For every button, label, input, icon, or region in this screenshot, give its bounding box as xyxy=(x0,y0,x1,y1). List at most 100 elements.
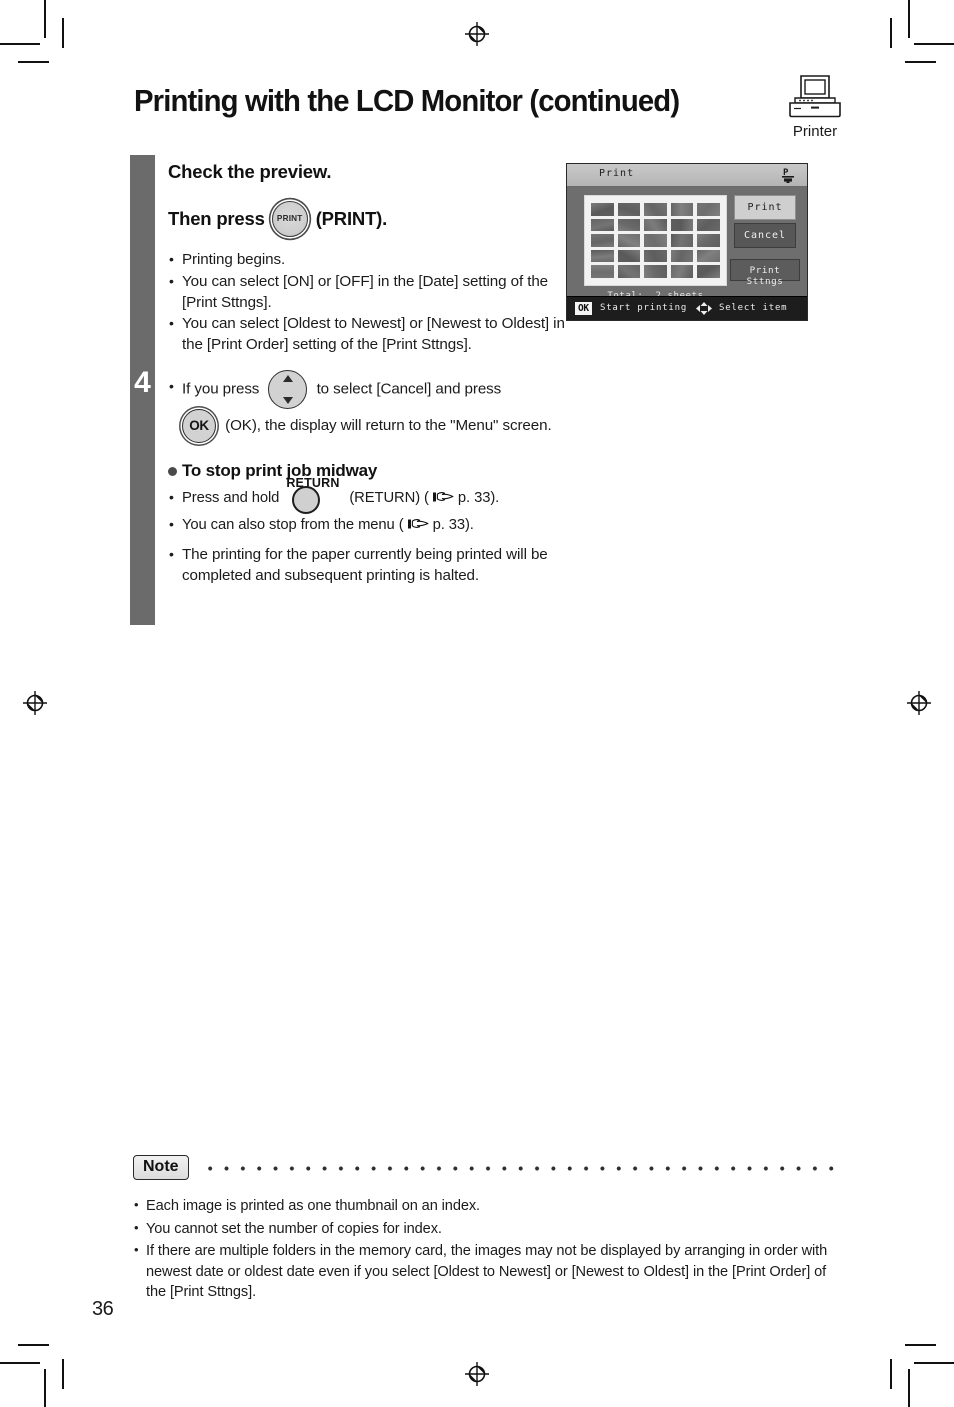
thumbnail-cell xyxy=(591,203,614,216)
thumbnail-cell xyxy=(697,249,720,263)
thumbnail-cell xyxy=(617,203,641,216)
note-header: Note xyxy=(133,1155,839,1182)
pointing-hand-icon xyxy=(432,485,454,502)
lcd-title-bar: Print P xyxy=(567,164,807,187)
thumbnail-cell xyxy=(697,265,720,278)
thumbnail-cell xyxy=(644,218,667,232)
list-item: The printing for the paper currently bei… xyxy=(168,544,568,587)
crop-mark-bottom-left-vertical xyxy=(44,1369,46,1407)
bullet-dot-icon xyxy=(168,466,177,476)
dpad-button-icon[interactable] xyxy=(268,369,308,409)
crop-mark-bottom-right-vertical xyxy=(908,1369,910,1407)
list-item: If there are multiple folders in the mem… xyxy=(133,1240,839,1303)
crop-mark-bottom-right-inner-horizontal xyxy=(905,1344,936,1346)
thumbnail-cell xyxy=(670,218,694,232)
list-item: Each image is printed as one thumbnail o… xyxy=(133,1195,839,1217)
thumbnail-cell xyxy=(670,234,694,247)
stop-section-heading-label: To stop print job midway xyxy=(182,461,378,480)
menu-stop-text: You can also stop from the menu ( xyxy=(182,517,404,534)
list-item: You can select [ON] or [OFF] in the [Dat… xyxy=(168,271,568,314)
cancel-instruction-list: If you press to select [Cancel] and pres… xyxy=(168,369,568,443)
printer-icon xyxy=(789,75,841,118)
lcd-screen-mockup: Print P Total: 2 sheets Print Cancel Pri… xyxy=(566,163,808,321)
cancel-text-part-3: (OK), the display will return to the "Me… xyxy=(225,417,552,434)
crop-mark-top-right-horizontal xyxy=(914,43,954,45)
thumbnail-cell xyxy=(644,234,667,247)
print-button-icon-label: PRINT xyxy=(276,214,303,223)
return-button-circle-icon xyxy=(292,486,321,515)
note-dotted-rule xyxy=(202,1166,839,1171)
printer-badge: Printer xyxy=(774,74,856,140)
thumbnail-cell xyxy=(670,203,694,216)
step-tail-list: The printing for the paper currently bei… xyxy=(168,544,568,587)
crop-mark-bottom-right-inner-vertical xyxy=(890,1359,892,1389)
crop-mark-bottom-left-inner-horizontal xyxy=(18,1344,49,1346)
lcd-cancel-button[interactable]: Cancel xyxy=(734,223,796,248)
thumbnail-cell xyxy=(644,203,667,216)
crop-mark-top-left-inner-horizontal xyxy=(18,61,49,63)
ok-button-icon[interactable]: OK xyxy=(182,408,216,443)
registration-target-top-icon xyxy=(464,21,490,47)
lcd-print-button[interactable]: Print xyxy=(734,195,796,220)
thumbnail-cell xyxy=(617,249,641,263)
step-heading-prefix: Then press xyxy=(168,208,265,229)
thumbnail-cell xyxy=(617,265,641,278)
list-item: Press and hold RETURN (RETURN) ( p. 33). xyxy=(168,476,568,515)
lcd-content-area: Total: 2 sheets Print Cancel Print Sttng… xyxy=(567,187,807,301)
crop-mark-bottom-left-inner-vertical xyxy=(62,1359,64,1389)
list-item: If you press to select [Cancel] and pres… xyxy=(168,369,568,443)
cancel-text-part-1: If you press xyxy=(182,380,260,398)
crop-mark-top-left-inner-vertical xyxy=(62,18,64,48)
thumbnail-cell xyxy=(591,218,614,232)
crop-mark-top-right-vertical xyxy=(908,0,910,38)
page-header: Printing with the LCD Monitor (continued… xyxy=(134,75,841,140)
lcd-title-label: Print xyxy=(599,168,635,179)
menu-stop-page-ref: p. 33). xyxy=(432,517,474,534)
registration-target-right-icon xyxy=(906,690,932,716)
note-list: Each image is printed as one thumbnail o… xyxy=(133,1195,839,1303)
pointing-hand-icon xyxy=(407,516,429,530)
index-preview-sheet xyxy=(584,195,727,286)
stop-section-heading: To stop print job midway xyxy=(168,461,568,481)
cancel-text-part-2: to select [Cancel] and press xyxy=(316,380,502,398)
step-heading-primary: Check the preview. xyxy=(168,161,332,182)
return-button-icon[interactable]: RETURN xyxy=(283,476,345,515)
crop-mark-top-right-inner-vertical xyxy=(890,18,892,48)
dpad-up-arrow-icon xyxy=(282,374,293,382)
registration-target-bottom-icon xyxy=(464,1361,490,1387)
crop-mark-top-right-inner-horizontal xyxy=(905,61,936,63)
thumbnail-cell xyxy=(697,234,720,247)
step-heading-suffix: (PRINT). xyxy=(315,208,388,229)
thumbnail-cell xyxy=(697,218,720,232)
page-number: 36 xyxy=(92,1298,114,1320)
printer-caption: Printer xyxy=(792,123,838,140)
lcd-ok-action-label: Start printing xyxy=(600,303,688,313)
list-item: You can also stop from the menu ( p. 33)… xyxy=(168,513,568,536)
thumbnail-cell xyxy=(670,265,694,278)
thumbnail-cell xyxy=(670,249,694,263)
step-bullet-list: Printing begins. You can select [ON] or … xyxy=(168,249,568,356)
lcd-footer-bar: OK Start printing Select item xyxy=(567,296,807,320)
page-title: Printing with the LCD Monitor (continued… xyxy=(134,84,680,118)
thumbnail-cell xyxy=(591,265,614,278)
step-content: Check the preview. Then press PRINT (PRI… xyxy=(168,155,568,587)
printer-connected-icon: P xyxy=(781,166,797,184)
thumbnail-cell xyxy=(591,234,614,247)
return-text-post: (RETURN) ( xyxy=(349,490,429,506)
dpad-down-arrow-icon xyxy=(282,396,293,404)
thumbnail-cell xyxy=(697,203,720,216)
list-item: You can select [Oldest to Newest] or [Ne… xyxy=(168,313,568,356)
crop-mark-bottom-right-horizontal xyxy=(914,1362,954,1364)
stop-instruction-list: Press and hold RETURN (RETURN) ( p. 33).… xyxy=(168,476,568,536)
thumbnail-grid xyxy=(591,203,720,278)
lcd-ok-chip-icon: OK xyxy=(575,302,592,315)
print-button-icon[interactable]: PRINT xyxy=(271,201,308,237)
note-block: Note Each image is printed as one thumbn… xyxy=(133,1155,839,1303)
thumbnail-cell xyxy=(591,249,614,263)
lcd-nav-arrows-icon xyxy=(691,301,717,316)
crop-mark-top-left-horizontal xyxy=(0,43,40,45)
thumbnail-cell xyxy=(644,265,667,278)
lcd-print-sttngs-button[interactable]: Print Sttngs xyxy=(730,259,800,287)
crop-mark-bottom-left-horizontal xyxy=(0,1362,40,1364)
lcd-nav-action-label: Select item xyxy=(719,303,788,313)
